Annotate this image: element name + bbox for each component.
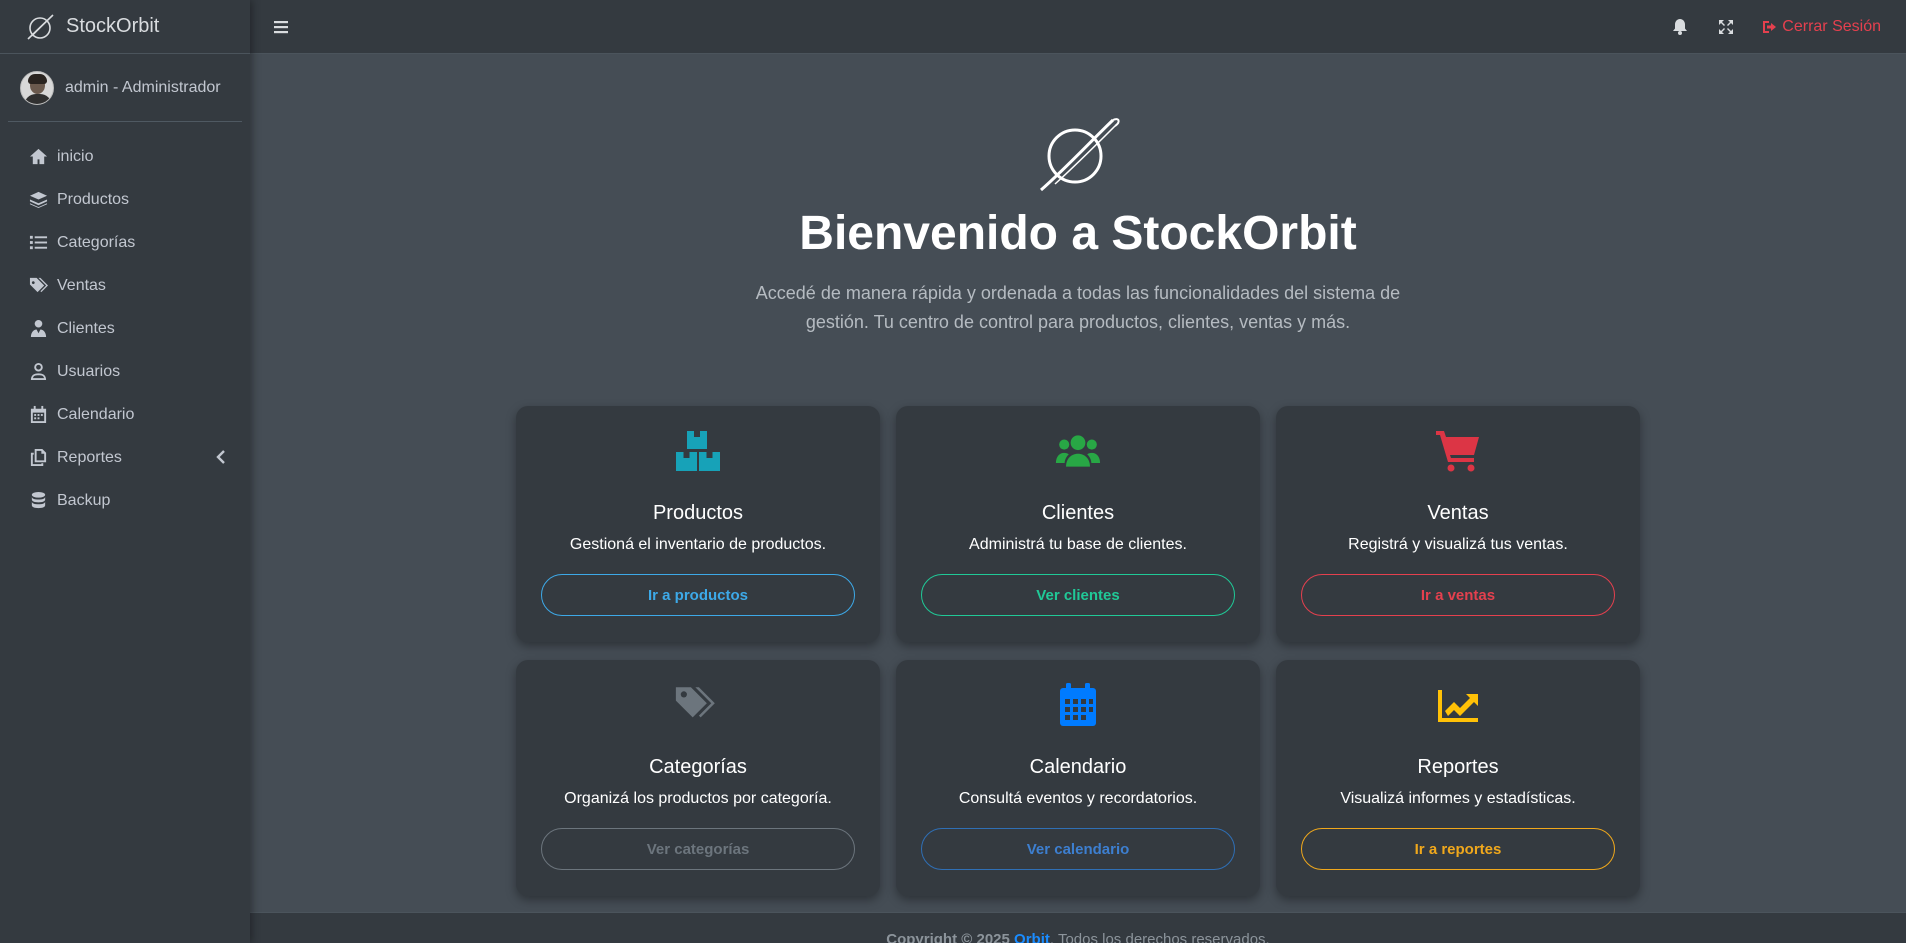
orbit-logo-icon	[27, 13, 54, 40]
sidebar-item-inicio[interactable]: inicio	[0, 135, 250, 178]
sidebar-item-label: Reportes	[57, 448, 122, 466]
module-cards: Productos Gestioná el inventario de prod…	[516, 406, 1641, 896]
copy-icon	[28, 448, 48, 468]
card-reportes: Reportes Visualizá informes y estadístic…	[1276, 660, 1640, 896]
sidebar-item-ventas[interactable]: Ventas	[0, 264, 250, 307]
card-description: Visualizá informes y estadísticas.	[1340, 790, 1576, 807]
reportes-button[interactable]: Ir a reportes	[1301, 828, 1615, 870]
footer-link[interactable]: Orbit	[1014, 931, 1050, 943]
page-subtitle: Accedé de manera rápida y ordenada a tod…	[755, 283, 1401, 332]
sidebar-item-usuarios[interactable]: Usuarios	[0, 350, 250, 393]
sidebar-item-label: Usuarios	[57, 362, 121, 380]
card-title: Reportes	[1417, 756, 1499, 778]
user-icon	[28, 362, 48, 382]
chart-line-icon	[1276, 682, 1640, 728]
footer-suffix: . Todos los derechos reservados.	[1049, 931, 1270, 943]
card-title: Clientes	[1041, 502, 1115, 524]
user-name: admin - Administrador	[65, 78, 221, 96]
topbar: Cerrar Sesión	[250, 0, 1906, 54]
card-description: Consultá eventos y recordatorios.	[958, 790, 1198, 807]
ventas-button[interactable]: Ir a ventas	[1301, 574, 1615, 616]
hamburger-menu-icon[interactable]	[273, 19, 291, 35]
chevron-left-icon[interactable]	[216, 450, 226, 464]
avatar	[20, 70, 54, 105]
database-icon	[28, 491, 48, 511]
sidebar-nav: inicio Productos Categorías Ventas Clien…	[0, 122, 250, 522]
user-tie-icon	[28, 319, 48, 339]
main-content: Bienvenido a StockOrbit Accedé de manera…	[250, 54, 1906, 912]
logout-label: Cerrar Sesión	[1782, 17, 1881, 35]
sidebar: StockOrbit admin - Administrador inicio …	[0, 0, 250, 943]
fullscreen-icon[interactable]	[1716, 17, 1736, 37]
cart-icon	[1276, 428, 1640, 474]
user-panel[interactable]: admin - Administrador	[8, 54, 242, 122]
bell-icon[interactable]	[1670, 17, 1690, 37]
card-title: Productos	[652, 502, 744, 524]
tags-icon	[516, 682, 880, 728]
sidebar-item-backup[interactable]: Backup	[0, 479, 250, 522]
sidebar-item-label: Categorías	[57, 233, 136, 251]
card-description: Registrá y visualizá tus ventas.	[1348, 536, 1568, 553]
sidebar-item-clientes[interactable]: Clientes	[0, 307, 250, 350]
productos-button[interactable]: Ir a productos	[541, 574, 855, 616]
calendar-icon	[896, 682, 1260, 728]
card-clientes: Clientes Administrá tu base de clientes.…	[896, 406, 1260, 642]
home-icon	[28, 147, 48, 167]
tags-icon	[28, 276, 48, 296]
card-categorias: Categorías Organizá los productos por ca…	[516, 660, 880, 896]
page-title: Bienvenido a StockOrbit	[799, 207, 1357, 260]
card-title: Ventas	[1427, 502, 1489, 524]
sidebar-item-label: inicio	[57, 147, 94, 165]
sidebar-item-label: Clientes	[57, 319, 115, 337]
users-icon	[896, 428, 1260, 474]
calendar-icon	[28, 405, 48, 425]
sidebar-item-label: Backup	[57, 491, 111, 509]
orbit-logo-icon	[1040, 118, 1120, 192]
brand-name: StockOrbit	[66, 15, 160, 37]
sidebar-item-calendario[interactable]: Calendario	[0, 393, 250, 436]
brand-link[interactable]: StockOrbit	[0, 0, 250, 54]
footer: Copyright © 2025 Orbit. Todos los derech…	[250, 912, 1906, 943]
card-description: Organizá los productos por categoría.	[564, 790, 832, 807]
card-description: Administrá tu base de clientes.	[969, 536, 1187, 553]
clientes-button[interactable]: Ver clientes	[921, 574, 1235, 616]
sidebar-item-label: Calendario	[57, 405, 135, 423]
card-productos: Productos Gestioná el inventario de prod…	[516, 406, 880, 642]
topbar-actions: Cerrar Sesión	[1670, 17, 1881, 37]
card-calendario: Calendario Consultá eventos y recordator…	[896, 660, 1260, 896]
footer-copyright: Copyright © 2025	[886, 931, 1010, 943]
calendario-button[interactable]: Ver calendario	[921, 828, 1235, 870]
sign-out-icon	[1763, 20, 1777, 33]
sidebar-item-label: Ventas	[57, 276, 106, 294]
card-title: Calendario	[1029, 756, 1127, 778]
logout-button[interactable]: Cerrar Sesión	[1762, 18, 1881, 36]
categorias-button[interactable]: Ver categorías	[541, 828, 855, 870]
list-icon	[28, 233, 48, 253]
sidebar-item-reportes[interactable]: Reportes	[0, 436, 250, 479]
sidebar-item-productos[interactable]: Productos	[0, 178, 250, 221]
sidebar-item-categorias[interactable]: Categorías	[0, 221, 250, 264]
card-title: Categorías	[649, 756, 747, 778]
boxes-icon	[516, 428, 880, 474]
card-description: Gestioná el inventario de productos.	[569, 536, 827, 553]
layers-icon	[28, 190, 48, 210]
card-ventas: Ventas Registrá y visualizá tus ventas. …	[1276, 406, 1640, 642]
sidebar-item-label: Productos	[57, 190, 130, 208]
